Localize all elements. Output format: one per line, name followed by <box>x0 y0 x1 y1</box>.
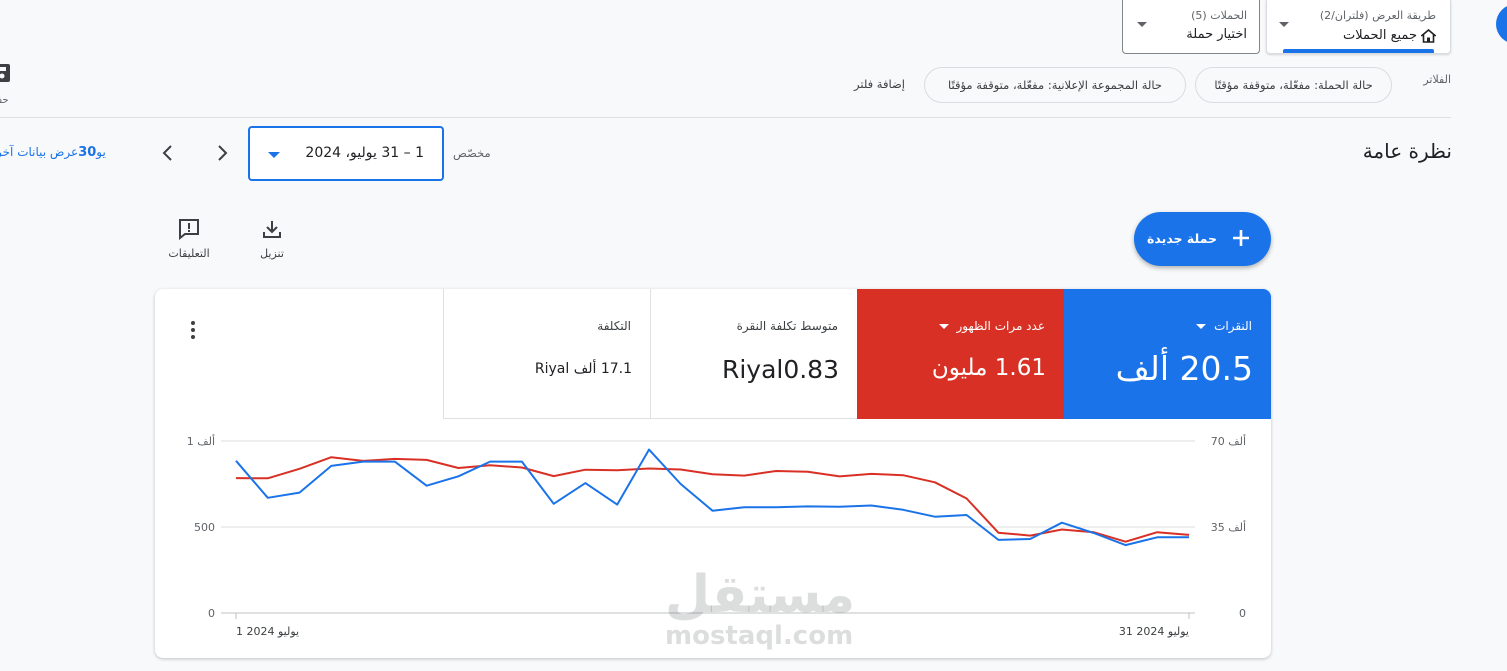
show-last-days-link[interactable]: يو30عرض بيانات آخر <box>0 145 106 160</box>
download-icon <box>263 221 281 238</box>
left-axis-tick-label: 500 <box>194 521 215 534</box>
campaign-selector[interactable]: الحملات (5) اختيار حملة <box>1122 0 1260 54</box>
chevron-down-icon <box>268 152 280 158</box>
metric-clicks-label: النقرات <box>1214 319 1252 333</box>
filter-chip-adgroup-status[interactable]: حالة المجموعة الإعلانية: مفعّلة، متوقفة … <box>924 67 1186 103</box>
download-label: تنزيل <box>260 247 284 260</box>
new-campaign-label: حملة جديدة <box>1147 231 1217 246</box>
campaign-value: اختيار حملة <box>1186 27 1247 42</box>
save-icon[interactable] <box>0 62 12 84</box>
campaign-caption: الحملات (5) <box>1191 9 1247 22</box>
view-mode-selector[interactable]: طريقة العرض (فلتران/2) جميع الحملات <box>1266 0 1451 54</box>
show-last-prefix: عرض بيانات آخر <box>0 145 79 159</box>
metric-impressions-header: عدد مرات الظهور <box>938 319 1045 333</box>
date-range-picker[interactable]: 1 – 31 يوليو، 2024 <box>248 126 444 181</box>
series-line-clicks <box>235 448 1189 547</box>
left-axis-tick-label: 0 <box>208 607 215 620</box>
view-mode-value-row: جميع الحملات <box>1343 28 1436 43</box>
metric-avg-cpc-label: متوسط تكلفة النقرة <box>736 319 838 333</box>
metric-cost[interactable]: التكلفة 17.1 ألف Riyal <box>443 289 650 419</box>
metric-avg-cpc-value: Riyal0.83 <box>721 355 839 384</box>
page-title: نظرة عامة <box>1362 139 1452 163</box>
watermark: مستقل mostaql.com <box>665 565 856 651</box>
feedback-label: التعليقات <box>168 247 210 260</box>
x-axis-start-label: 1 يوليو 2024 <box>236 625 299 638</box>
view-mode-underline <box>1283 49 1434 53</box>
page: حف طريقة العرض (فلتران/2) جميع الحملات ا… <box>0 0 1507 671</box>
new-campaign-button[interactable]: حملة جديدة <box>1134 212 1271 266</box>
account-avatar[interactable] <box>1496 4 1507 44</box>
right-axis-tick-label: 35 ألف <box>1211 520 1246 534</box>
metric-clicks-header: النقرات <box>1196 319 1252 333</box>
feedback-icon <box>179 219 199 241</box>
chevron-left-icon[interactable] <box>158 143 178 163</box>
home-icon <box>1421 28 1436 43</box>
divider <box>0 117 1451 118</box>
metric-impressions[interactable]: عدد مرات الظهور 1.61 مليون <box>857 289 1064 419</box>
performance-card: النقرات 20.5 ألف عدد مرات الظهور 1.61 مل… <box>155 289 1271 658</box>
metric-cost-label: التكلفة <box>597 319 631 333</box>
chevron-down-icon[interactable] <box>1196 323 1207 329</box>
download-button[interactable]: تنزيل <box>252 218 292 260</box>
x-axis-end-label: 31 يوليو 2024 <box>1119 625 1189 638</box>
chevron-right-icon[interactable] <box>212 143 232 163</box>
right-axis-tick-label: 0 <box>1239 607 1246 620</box>
filter-chip-campaign-status[interactable]: حالة الحملة: مفعّلة، متوقفة مؤقتًا <box>1195 67 1392 103</box>
filters-label: الفلاتر <box>1423 73 1451 86</box>
metric-clicks-value: 20.5 ألف <box>1115 349 1253 388</box>
left-edge-label: حف <box>0 95 9 106</box>
metric-clicks[interactable]: النقرات 20.5 ألف <box>1064 289 1271 419</box>
metric-cost-value: 17.1 ألف Riyal <box>534 361 632 377</box>
show-last-suffix: يو <box>96 145 106 159</box>
chevron-down-icon <box>1279 22 1289 27</box>
more-options-icon[interactable] <box>185 319 201 341</box>
feedback-button[interactable]: التعليقات <box>163 218 215 260</box>
metric-impressions-label: عدد مرات الظهور <box>956 319 1045 333</box>
view-mode-value: جميع الحملات <box>1342 28 1417 43</box>
date-range-value: 1 – 31 يوليو، 2024 <box>305 145 424 161</box>
metric-avg-cpc[interactable]: متوسط تكلفة النقرة Riyal0.83 <box>650 289 857 419</box>
view-mode-caption: طريقة العرض (فلتران/2) <box>1319 9 1436 22</box>
right-axis-tick-label: 70 ألف <box>1211 434 1246 448</box>
plus-icon <box>1233 230 1249 246</box>
chevron-down-icon <box>1137 22 1147 27</box>
show-last-number: 30 <box>78 145 97 160</box>
add-filter-button[interactable]: إضافة فلتر <box>854 77 905 91</box>
series-line-impressions <box>235 456 1190 543</box>
date-custom-label: مخصّص <box>453 146 491 160</box>
left-axis-tick-label: 1 ألف <box>187 434 215 448</box>
chevron-down-icon[interactable] <box>938 323 949 329</box>
metric-impressions-value: 1.61 مليون <box>931 355 1046 381</box>
